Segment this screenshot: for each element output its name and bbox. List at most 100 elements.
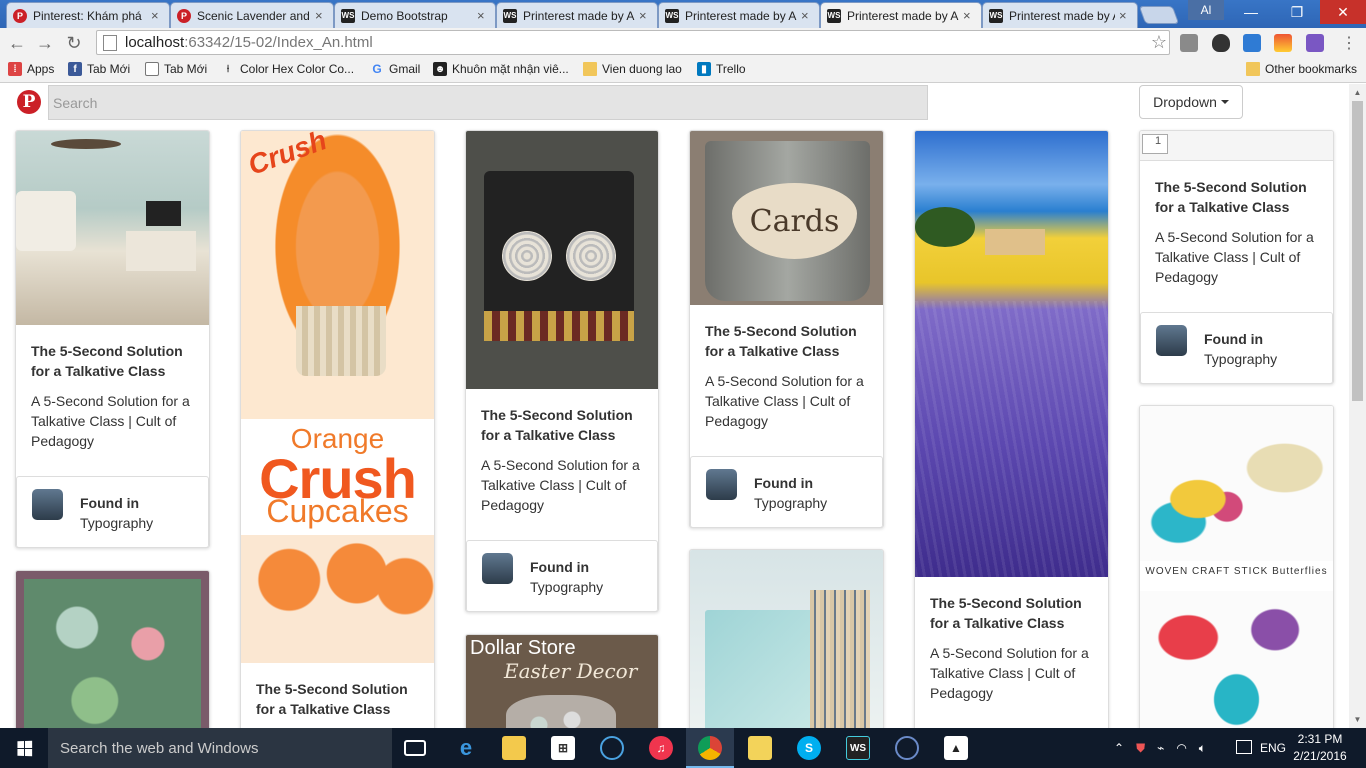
language-indicator[interactable]: ENG	[1260, 728, 1286, 768]
close-icon[interactable]: ×	[639, 8, 651, 23]
page-scrollbar[interactable]: ▲ ▼	[1349, 84, 1366, 728]
volume-icon[interactable]: 🔈︎	[1199, 741, 1206, 756]
address-bar[interactable]: localhost:63342/15-02/Index_An.html ☆	[96, 30, 1170, 55]
pin-title: The 5-Second Solution for a Talkative Cl…	[31, 343, 183, 379]
profile-badge[interactable]: Al	[1188, 0, 1224, 20]
close-icon[interactable]: ×	[1119, 8, 1131, 23]
pin-card[interactable]: Cards The 5-Second Solution for a Talkat…	[689, 130, 884, 528]
itunes-icon[interactable]: ♫	[649, 736, 673, 760]
sticky-folder-icon[interactable]	[748, 736, 772, 760]
minimize-button[interactable]: —	[1228, 0, 1274, 24]
file-explorer-icon[interactable]	[502, 736, 526, 760]
app-icon[interactable]	[600, 736, 624, 760]
browser-tab[interactable]: WS Printerest made by A ×	[496, 2, 658, 28]
pin-image	[466, 131, 658, 389]
taskbar-search-box[interactable]: Search the web and Windows	[48, 728, 392, 768]
pin-image: Crush Orange Crush Cupcakes	[241, 131, 434, 663]
pinterest-icon: P	[177, 8, 191, 23]
dropdown-button[interactable]: Dropdown	[1139, 85, 1243, 119]
bookmark-apps[interactable]: ⁞ Apps	[8, 62, 54, 76]
reload-button[interactable]: ↻	[63, 32, 85, 54]
pin-card[interactable]: The 5-Second Solution for a Talkative Cl…	[465, 130, 659, 612]
close-window-button[interactable]: ✕	[1320, 0, 1366, 24]
wifi-icon[interactable]: ◠	[1176, 741, 1186, 755]
pin-caption: The 5-Second Solution for a Talkative Cl…	[241, 663, 434, 719]
browser-tab[interactable]: P Scenic Lavender and ×	[170, 2, 334, 28]
extension-icon[interactable]	[1274, 34, 1292, 52]
app-icon[interactable]	[895, 736, 919, 760]
caret-down-icon	[1220, 100, 1229, 104]
pin-footer[interactable]: Found in Typography	[690, 456, 883, 527]
scroll-up-arrow-icon[interactable]: ▲	[1349, 84, 1366, 101]
bookmark-item[interactable]: Tab Mới	[145, 62, 207, 76]
bookmark-item[interactable]: ⍿ Color Hex Color Co...	[221, 62, 354, 76]
board-name[interactable]: Typography	[530, 579, 603, 595]
board-name[interactable]: Typography	[754, 495, 827, 511]
bookmark-item[interactable]: ▮ Trello	[697, 62, 746, 76]
webstorm-icon[interactable]: WS	[846, 736, 870, 760]
scroll-down-arrow-icon[interactable]: ▼	[1349, 711, 1366, 728]
pin-footer[interactable]: Found in Typography	[466, 540, 658, 611]
browser-tab[interactable]: WS Printerest made by A ×	[982, 2, 1138, 28]
pin-caption: The 5-Second Solution for a Talkative Cl…	[466, 389, 658, 515]
photos-icon[interactable]: ▲	[944, 736, 968, 760]
bookmark-item[interactable]: ☻ Khuôn mặt nhận viê...	[433, 62, 569, 76]
close-icon[interactable]: ×	[477, 8, 489, 23]
browser-tab[interactable]: P Pinterest: Khám phá ×	[6, 2, 170, 28]
bookmark-folder[interactable]: Vien duong lao	[583, 62, 682, 76]
close-icon[interactable]: ×	[801, 8, 813, 23]
pinterest-logo[interactable]: P	[17, 90, 41, 114]
close-icon[interactable]: ×	[315, 8, 327, 23]
shield-icon[interactable]	[1212, 34, 1230, 52]
new-tab-button[interactable]	[1138, 6, 1180, 24]
pin-image: Dollar Store Easter Decor	[466, 635, 658, 728]
board-name[interactable]: Typography	[80, 515, 153, 531]
pin-card[interactable]	[689, 549, 884, 728]
network-icon[interactable]: ⌁	[1157, 741, 1164, 755]
pin-footer[interactable]: Found in Typography	[16, 476, 209, 547]
skype-icon[interactable]: S	[797, 736, 821, 760]
menu-icon[interactable]: ⋮	[1338, 32, 1360, 54]
scrollbar-thumb[interactable]	[1352, 101, 1363, 401]
task-view-icon[interactable]	[404, 740, 426, 756]
pin-card[interactable]: The 5-Second Solution for a Talkative Cl…	[15, 130, 210, 548]
extension-icon[interactable]	[1243, 34, 1261, 52]
bookmark-star-icon[interactable]: ☆	[1151, 32, 1167, 53]
bookmark-item[interactable]: f Tab Mới	[68, 62, 130, 76]
close-icon[interactable]: ×	[151, 8, 163, 23]
other-bookmarks-folder[interactable]: Other bookmarks	[1246, 62, 1357, 76]
broken-image-icon: 1	[1142, 134, 1168, 154]
pin-footer[interactable]: Found in Typography	[1140, 312, 1333, 383]
start-button[interactable]	[0, 728, 48, 768]
back-button[interactable]: ←	[6, 32, 28, 54]
store-icon[interactable]: ⊞	[551, 736, 575, 760]
page-icon	[145, 62, 159, 76]
search-input[interactable]	[48, 85, 928, 120]
webstorm-icon: WS	[503, 8, 517, 23]
chrome-icon[interactable]	[698, 736, 722, 760]
chevron-up-icon[interactable]: ⌃	[1114, 741, 1124, 755]
pin-card[interactable]: Dollar Store Easter Decor	[465, 634, 659, 728]
close-icon[interactable]: ×	[963, 8, 975, 23]
shield-icon[interactable]: ⛊	[1136, 741, 1145, 756]
browser-tab[interactable]: WS Printerest made by A ×	[658, 2, 820, 28]
bookmark-item[interactable]: G Gmail	[370, 62, 420, 76]
pin-card[interactable]: The 5-Second Solution for a Talkative Cl…	[914, 130, 1109, 728]
pin-card[interactable]: Crush Orange Crush Cupcakes The 5-Second…	[240, 130, 435, 728]
pin-image	[915, 131, 1108, 577]
browser-tab[interactable]: WS Demo Bootstrap ×	[334, 2, 496, 28]
board-name[interactable]: Typography	[1204, 351, 1277, 367]
windows-logo-icon	[16, 740, 32, 756]
clock[interactable]: 2:31 PM 2/21/2016	[1290, 731, 1350, 765]
pin-card[interactable]	[15, 570, 210, 728]
restore-button[interactable]: ❐	[1274, 0, 1320, 24]
pin-card[interactable]: 1 The 5-Second Solution for a Talkative …	[1139, 130, 1334, 384]
extension-icon[interactable]	[1306, 34, 1324, 52]
browser-tab-active[interactable]: WS Printerest made by A ×	[820, 2, 982, 28]
edge-browser-icon[interactable]: e	[454, 735, 478, 760]
pin-card[interactable]: WOVEN CRAFT STICK Butterflies	[1139, 405, 1334, 728]
extension-icon[interactable]	[1180, 34, 1198, 52]
action-center-icon[interactable]	[1236, 740, 1252, 754]
forward-button[interactable]: →	[34, 32, 56, 54]
webstorm-icon: WS	[827, 8, 841, 23]
